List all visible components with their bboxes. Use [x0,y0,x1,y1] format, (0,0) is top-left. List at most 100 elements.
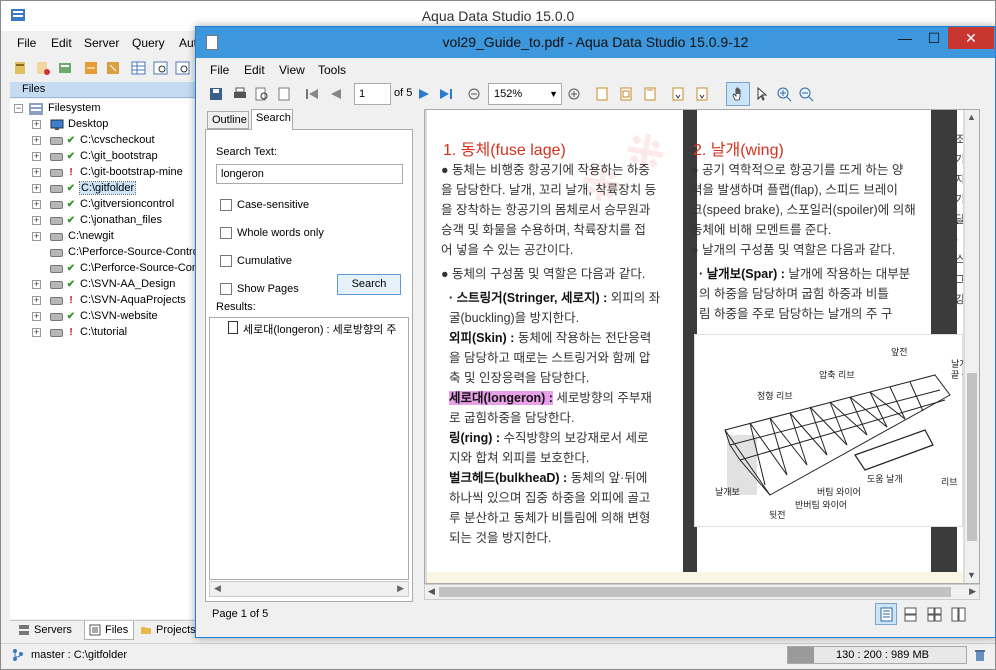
whole-words-checkbox[interactable]: Whole words only [220,225,400,241]
checkbox-box[interactable] [220,283,232,295]
rotate-left-icon[interactable] [670,86,686,102]
memory-indicator[interactable]: 130 : 200 : 989 MB [787,646,967,664]
checkbox-box[interactable] [220,227,232,239]
hand-tool-button[interactable] [726,82,750,106]
tab-outline[interactable]: Outline [207,111,249,129]
actual-size-icon[interactable] [642,86,658,102]
search-button[interactable]: Search [337,274,401,295]
zoom-in-icon[interactable] [776,86,792,102]
expand-icon[interactable]: + [32,280,41,289]
expand-icon[interactable]: + [32,312,41,321]
menu-edit[interactable]: Edit [51,36,72,50]
pdf-menu-view[interactable]: View [279,63,305,77]
zoom-select[interactable]: 152% ▼ [488,83,562,105]
text-fragment: 기 [955,190,963,210]
continuous-view-button[interactable] [899,603,921,625]
checkbox-box[interactable] [220,255,232,267]
search-input[interactable]: longeron [216,164,403,184]
find-icon[interactable] [254,86,270,102]
previous-page-icon[interactable] [328,86,344,102]
print-icon[interactable] [232,86,248,102]
zoom-in-small-icon[interactable] [566,86,582,102]
scroll-thumb[interactable] [967,373,977,541]
scroll-right-icon[interactable]: ▶ [397,583,404,594]
single-page-view-button[interactable] [875,603,897,625]
checkbox-label: Cumulative [237,255,293,267]
close-icon[interactable]: ✕ [948,27,994,49]
text-line: 지와 합쳐 외피를 보호한다. [449,451,590,465]
facing-view-button[interactable] [923,603,945,625]
query-icon[interactable] [35,60,51,76]
expand-icon[interactable]: + [32,120,41,129]
first-page-icon[interactable] [304,86,320,102]
table-edit-icon[interactable] [175,60,191,76]
continuous-facing-view-button[interactable] [947,603,969,625]
text-line: 동체에 작용하는 전단응력 [514,331,652,345]
drive-icon [50,233,63,241]
pdf-menu-file[interactable]: File [210,63,229,77]
text-fragment: 지 [955,170,963,190]
page-number-input[interactable]: 1 [354,83,391,105]
term: · 날개보(Spar) : [699,267,785,281]
expand-icon[interactable]: + [32,136,41,145]
tab-files[interactable]: Files [84,621,134,640]
expand-icon[interactable]: + [32,232,41,241]
fit-width-icon[interactable] [618,86,634,102]
page-icon[interactable] [276,86,292,102]
text-line: 어 넣을 수 있는 공간이다. [441,243,574,257]
menu-server[interactable]: Server [84,36,119,50]
pdf-menu-edit[interactable]: Edit [244,63,265,77]
tree-item-label: C:\git-bootstrap-mine [80,166,183,178]
rotate-right-icon[interactable] [694,86,710,102]
last-page-icon[interactable] [438,86,454,102]
document-horizontal-scrollbar[interactable]: ◀ ▶ [424,584,980,600]
scroll-left-icon[interactable]: ◀ [214,583,221,594]
save-icon[interactable] [208,86,224,102]
select-tool-icon[interactable] [754,86,770,102]
result-item[interactable]: 세로대(longeron) : 세로방향의 주 [228,320,408,336]
table-icon[interactable] [131,60,147,76]
expand-icon[interactable]: + [32,152,41,161]
tab-projects[interactable]: Projects [136,621,198,640]
text-fragment: 그 [955,270,963,290]
expand-icon[interactable]: + [32,168,41,177]
case-sensitive-checkbox[interactable]: Case-sensitive [220,197,400,213]
text-line: 을 담당한다. 날개, 꼬리 날개, 착륙장치 등 [441,183,657,197]
checkbox-box[interactable] [220,199,232,211]
next-page-icon[interactable] [416,86,432,102]
term: 링(ring) : [449,431,501,445]
maximize-icon[interactable]: ☐ [920,27,948,49]
minimize-icon[interactable]: — [891,27,919,49]
text-line: 의 하중을 담당하며 굽힘 하중과 비틀 [699,287,889,301]
page-status: Page 1 of 5 [212,608,269,620]
garbage-collect-icon[interactable] [973,648,987,662]
scroll-up-icon[interactable]: ▲ [967,112,976,122]
expand-icon[interactable]: + [32,200,41,209]
cumulative-checkbox[interactable]: Cumulative [220,253,400,269]
document-vertical-scrollbar[interactable]: ▲ ▼ [965,110,979,583]
execute-icon[interactable] [105,60,121,76]
scroll-thumb[interactable] [439,587,951,597]
collapse-icon[interactable]: − [14,104,23,113]
menu-file[interactable]: File [17,36,36,50]
expand-icon[interactable]: + [32,296,41,305]
tab-servers[interactable]: Servers [14,621,82,640]
zoom-out-small-icon[interactable] [466,86,482,102]
results-horizontal-scrollbar[interactable]: ◀ ▶ [209,581,409,597]
expand-icon[interactable]: + [32,328,41,337]
zoom-out-icon[interactable] [798,86,814,102]
expand-icon[interactable]: + [32,184,41,193]
table-search-icon[interactable] [153,60,169,76]
pdf-menu-tools[interactable]: Tools [318,63,346,77]
scroll-down-icon[interactable]: ▼ [967,570,976,580]
tab-search[interactable]: Search [251,109,293,130]
expand-icon[interactable]: + [32,216,41,225]
connect-server-icon[interactable] [13,60,29,76]
scroll-right-icon[interactable]: ▶ [969,586,976,597]
fit-page-icon[interactable] [594,86,610,102]
pdf-document-view[interactable]: ※ ※ 1. 동체(fuse lage) ● 동체는 비행중 항공기에 작용하는… [424,109,980,584]
compare-icon[interactable] [83,60,99,76]
menu-query[interactable]: Query [132,36,165,50]
scroll-left-icon[interactable]: ◀ [428,586,435,597]
grid-icon[interactable] [57,60,73,76]
